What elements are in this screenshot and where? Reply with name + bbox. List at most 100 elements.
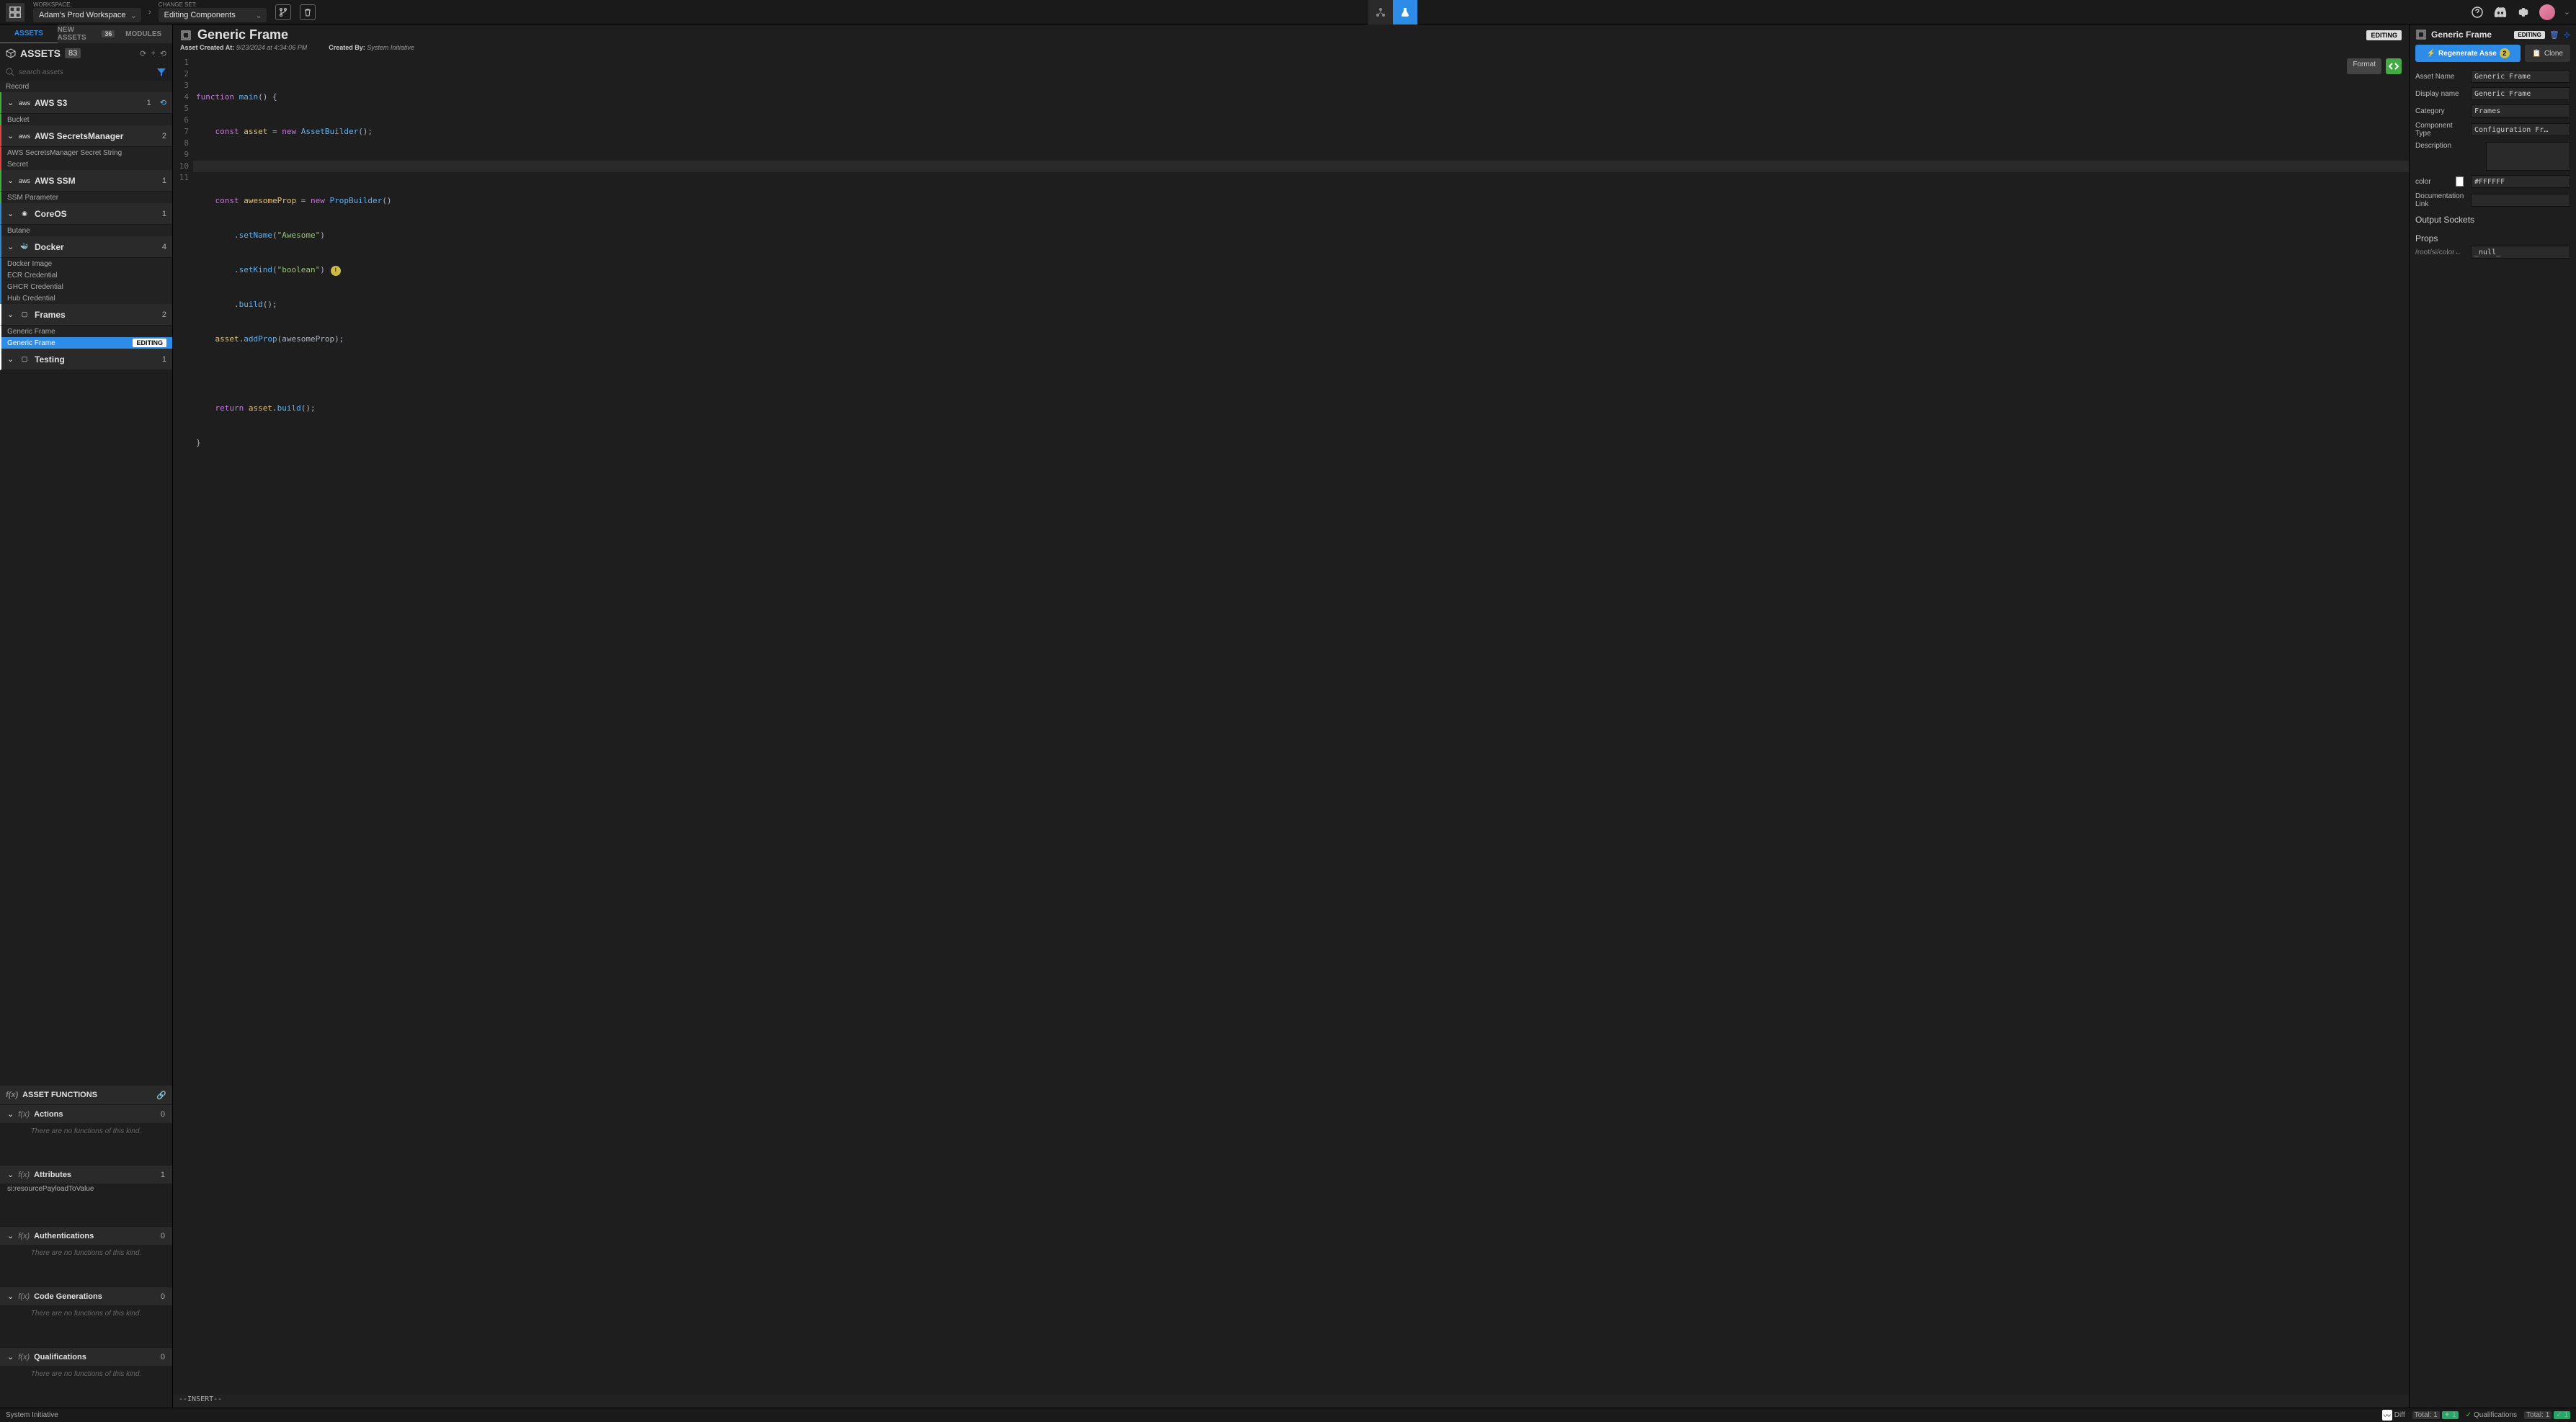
- changeset-label: CHANGE SET:: [159, 1, 267, 8]
- functions-list: ⌄f(x)Actions0 There are no functions of t…: [0, 1104, 172, 1408]
- display-name-input[interactable]: [2471, 87, 2570, 100]
- doc-link-label: Documentation Link: [2415, 192, 2466, 208]
- tab-modules[interactable]: MODULES: [115, 24, 172, 43]
- color-swatch[interactable]: [2456, 176, 2464, 187]
- tree-group[interactable]: ⌄awsAWS SSM1: [0, 170, 172, 192]
- delete-changeset-button[interactable]: [300, 4, 316, 20]
- asset-functions-label: ASSET FUNCTIONS: [22, 1091, 97, 1099]
- code-editor[interactable]: Format 1234567891011 function main() { c…: [173, 54, 2409, 1395]
- tree-item[interactable]: SSM Parameter: [0, 192, 172, 203]
- tree-item[interactable]: Record: [0, 81, 172, 92]
- sync-icon[interactable]: ⟲: [160, 49, 166, 58]
- rp-title: Generic Frame: [2431, 30, 2510, 40]
- discord-icon[interactable]: [2493, 5, 2508, 19]
- search-row: [0, 63, 172, 81]
- regenerate-button[interactable]: ⚡ Regenerate Asse2: [2415, 45, 2521, 62]
- tab-assets[interactable]: ASSETS: [0, 24, 58, 43]
- user-avatar[interactable]: [2539, 4, 2555, 20]
- func-section-header[interactable]: ⌄f(x)Code Generations0: [0, 1287, 172, 1305]
- top-bar: WORKSPACE: Adam's Prod Workspace › CHANG…: [0, 0, 2576, 24]
- app-logo[interactable]: [6, 3, 24, 22]
- assets-count: 83: [65, 48, 81, 58]
- tree-group[interactable]: ⌄▢Testing1: [0, 349, 172, 370]
- code-area[interactable]: function main() { const asset = new Asse…: [193, 54, 2409, 1395]
- asset-functions-header: f(x) ASSET FUNCTIONS 🔗: [0, 1086, 172, 1104]
- description-input[interactable]: [2486, 142, 2570, 171]
- provider-icon: ◉: [19, 208, 30, 220]
- cube-icon: [6, 48, 16, 58]
- props-value-input[interactable]: [2471, 246, 2570, 259]
- func-section-header[interactable]: ⌄f(x)Actions0: [0, 1104, 172, 1123]
- provider-icon: ▢: [19, 309, 30, 321]
- center-panel: Generic Frame EDITING Asset Created At: …: [173, 24, 2409, 1408]
- changeset-dropdown[interactable]: Editing Components: [159, 8, 267, 22]
- tree-item[interactable]: ECR Credential: [0, 269, 172, 281]
- tab-new-assets[interactable]: NEW ASSETS36: [58, 24, 115, 43]
- assets-header: ASSETS 83 ⟳ + ⟲: [0, 43, 172, 63]
- color-input[interactable]: [2471, 175, 2570, 188]
- tree-item[interactable]: Generic Frame: [0, 326, 172, 337]
- format-button[interactable]: Format: [2347, 58, 2381, 74]
- link-icon[interactable]: 🔗: [156, 1091, 166, 1100]
- tree-group[interactable]: ⌄awsAWS SecretsManager2: [0, 125, 172, 147]
- tree-group[interactable]: ⌄▢Frames2: [0, 304, 172, 326]
- status-bar: System Initiative 〰 Diff Total: 1✦ 1 ✓ Q…: [0, 1408, 2576, 1422]
- rp-editing-badge: EDITING: [2514, 31, 2544, 39]
- hint-bulb-icon[interactable]: !: [331, 266, 341, 276]
- doc-link-input[interactable]: [2471, 194, 2570, 207]
- tree-item[interactable]: Generic FrameEDITING: [0, 337, 172, 349]
- workspace-view-button[interactable]: [1368, 0, 1393, 24]
- frame-icon: [2415, 29, 2427, 40]
- qualifications-button[interactable]: ✓ Qualifications: [2466, 1411, 2517, 1419]
- tree-group[interactable]: ⌄◉CoreOS1: [0, 203, 172, 225]
- tree-item[interactable]: Docker Image: [0, 258, 172, 269]
- tree-item[interactable]: Bucket: [0, 114, 172, 125]
- chevron-down-icon: ⌄: [7, 131, 14, 140]
- search-input[interactable]: [19, 68, 152, 76]
- refresh-icon[interactable]: ⟳: [140, 49, 146, 58]
- created-by-label: Created By:: [329, 44, 365, 51]
- settings-icon[interactable]: [2516, 5, 2531, 19]
- tree-item[interactable]: GHCR Credential: [0, 281, 172, 292]
- editing-badge: EDITING: [2366, 30, 2402, 40]
- category-input[interactable]: [2471, 104, 2570, 117]
- add-icon[interactable]: +: [151, 49, 155, 58]
- component-type-select[interactable]: [2471, 123, 2570, 136]
- editor-title: Generic Frame: [197, 27, 288, 43]
- func-section-header[interactable]: ⌄f(x)Attributes1: [0, 1165, 172, 1184]
- tree-group[interactable]: ⌄🐳Docker4: [0, 236, 172, 258]
- editor-header: Generic Frame EDITING Asset Created At: …: [173, 24, 2409, 54]
- tree-item[interactable]: Secret: [0, 158, 172, 170]
- changeset-value: Editing Components: [164, 11, 236, 19]
- tree-group[interactable]: ⌄awsAWS S31⟲: [0, 92, 172, 114]
- asset-name-input[interactable]: [2471, 70, 2570, 83]
- diff-button[interactable]: 〰 Diff: [2382, 1410, 2405, 1421]
- func-item[interactable]: si:resourcePayloadToValue: [0, 1184, 172, 1194]
- help-icon[interactable]: [2470, 5, 2484, 19]
- category-label: Category: [2415, 107, 2466, 115]
- func-empty-text: There are no functions of this kind.: [0, 1245, 172, 1287]
- chevron-down-icon: ⌄: [7, 209, 14, 218]
- provider-icon: aws: [19, 175, 30, 187]
- rp-delete-icon[interactable]: 🗑: [2549, 30, 2559, 40]
- run-button[interactable]: [2386, 58, 2402, 74]
- regenerate-label: Regenerate Asse: [2438, 50, 2497, 58]
- tree-item[interactable]: AWS SecretsManager Secret String: [0, 147, 172, 158]
- filter-icon[interactable]: [156, 67, 166, 77]
- tree-item[interactable]: Butane: [0, 225, 172, 236]
- clone-button[interactable]: 📋 Clone: [2525, 45, 2570, 62]
- func-section-header[interactable]: ⌄f(x)Qualifications0: [0, 1347, 172, 1366]
- func-section-header[interactable]: ⌄f(x)Authentications0: [0, 1226, 172, 1245]
- merge-button[interactable]: [275, 4, 291, 20]
- workspace-dropdown[interactable]: Adam's Prod Workspace: [33, 8, 141, 22]
- sync-icon[interactable]: ⟲: [160, 98, 166, 107]
- props-heading: Props: [2410, 229, 2576, 243]
- color-label: color: [2415, 178, 2451, 186]
- rp-sliders-icon[interactable]: ⊹: [2564, 30, 2570, 40]
- user-menu-chevron-icon[interactable]: ⌄: [2564, 7, 2570, 17]
- func-empty-text: There are no functions of this kind.: [0, 1366, 172, 1408]
- tree-item[interactable]: Hub Credential: [0, 292, 172, 304]
- view-switcher: [321, 0, 2464, 24]
- lab-view-button[interactable]: [1393, 0, 1417, 24]
- diff-total: Total: 1✦ 1: [2412, 1411, 2459, 1419]
